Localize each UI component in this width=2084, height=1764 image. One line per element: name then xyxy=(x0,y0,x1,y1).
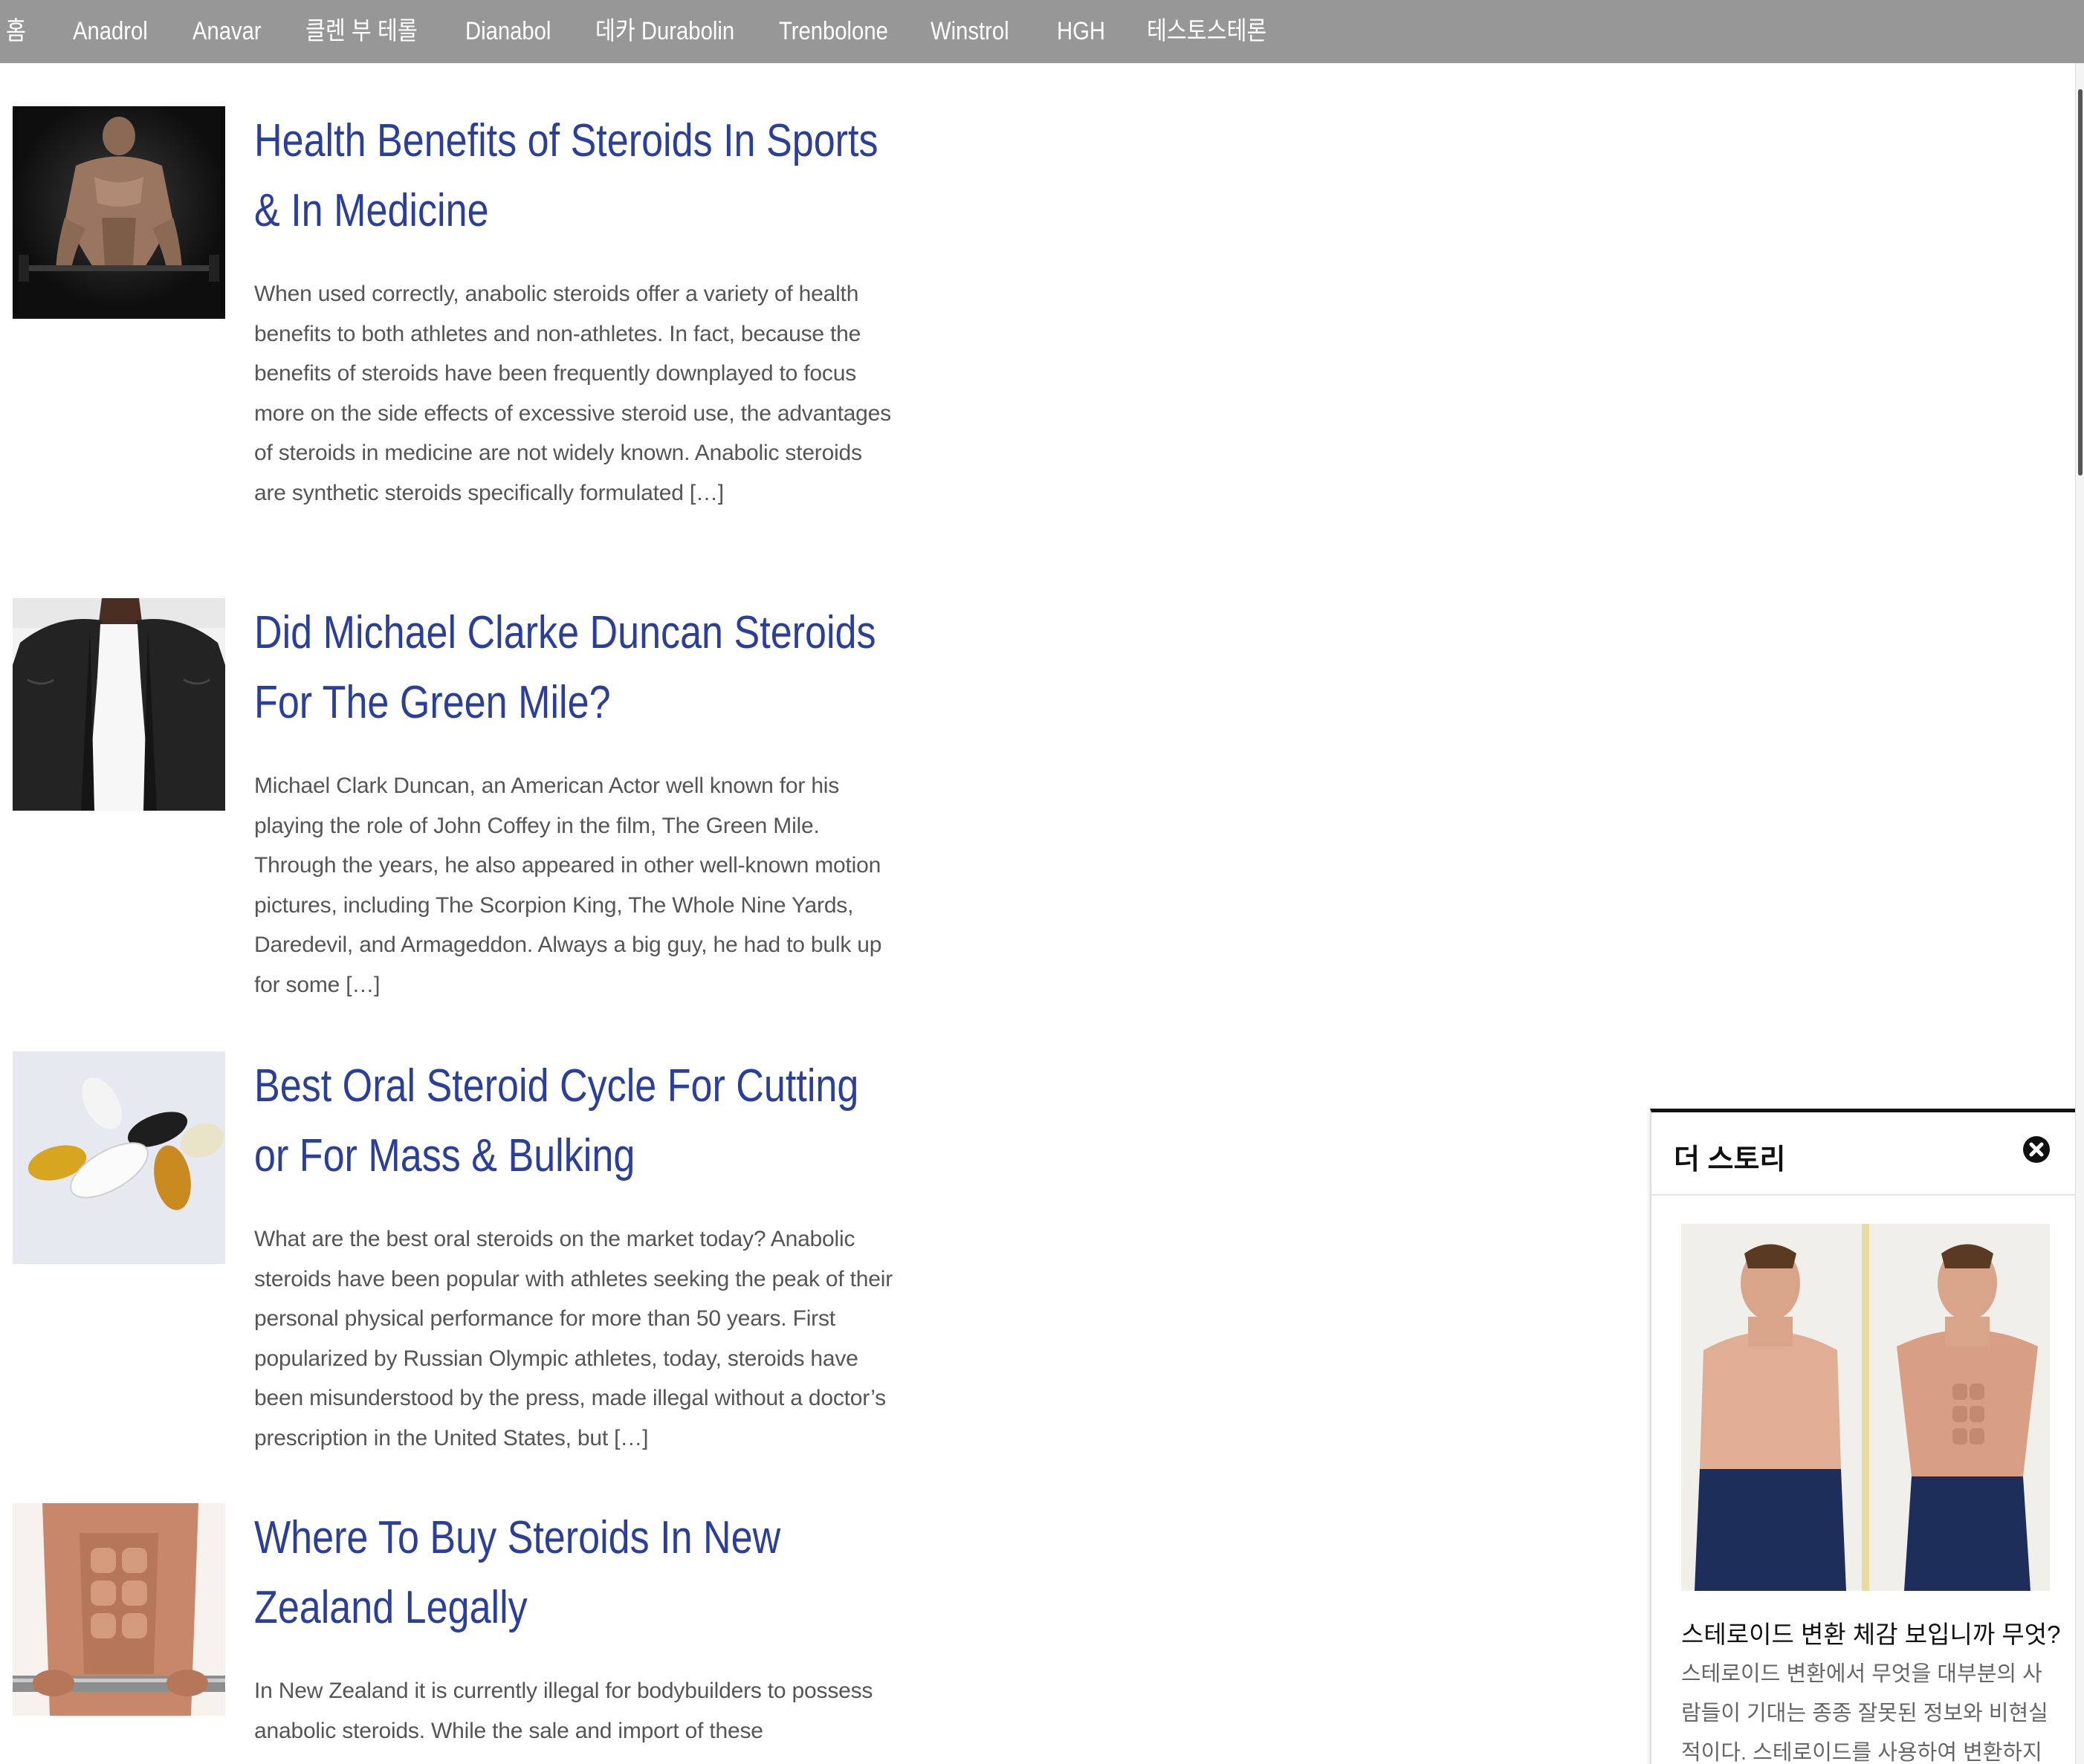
article-thumbnail[interactable] xyxy=(13,1503,225,1716)
article-excerpt: What are the best oral steroids on the m… xyxy=(254,1227,893,1450)
story-headline[interactable]: 스테로이드 변환 체감 보입니까 무엇? xyxy=(1681,1615,2068,1650)
article-excerpt: Michael Clark Duncan, an American Actor … xyxy=(254,774,882,997)
article-title[interactable]: Did Michael Clarke Duncan Steroids For T… xyxy=(254,598,878,738)
pills-image xyxy=(13,1051,225,1264)
story-body: 스테로이드 변환에서 무엇을 대부분의 사람들이 기대는 종종 잘못된 정보와 … xyxy=(1681,1662,2048,1764)
nav-item-hgh[interactable]: HGH xyxy=(1057,0,1105,63)
nav-item-anadrol[interactable]: Anadrol xyxy=(73,0,148,63)
top-nav: 홈 Anadrol Anavar 클렌 부 테롤 Dianabol 데카 Dur… xyxy=(0,0,2084,63)
article-excerpt: In New Zealand it is currently illegal f… xyxy=(254,1679,873,1743)
close-icon[interactable] xyxy=(2022,1135,2051,1164)
man-leather-jacket-image xyxy=(13,598,225,811)
page: 홈 Anadrol Anavar 클렌 부 테롤 Dianabol 데카 Dur… xyxy=(0,0,2084,1764)
article-title[interactable]: Best Oral Steroid Cycle For Cutting or F… xyxy=(254,1051,878,1191)
article-excerpt: When used correctly, anabolic steroids o… xyxy=(254,282,891,505)
story-widget: 더 스토리 스테로이드 변환 체감 보입니까 무엇? 스테로이드 변환에서 무엇… xyxy=(1650,1109,2079,1764)
abs-barbell-image xyxy=(13,1503,225,1716)
nav-item-deca-durabolin[interactable]: 데카 Durabolin xyxy=(595,0,734,63)
nav-item-dianabol[interactable]: Dianabol xyxy=(465,0,551,63)
article-thumbnail[interactable] xyxy=(13,1051,225,1264)
story-image[interactable] xyxy=(1681,1224,2050,1591)
article-title[interactable]: Where To Buy Steroids In New Zealand Leg… xyxy=(254,1503,878,1643)
article-title[interactable]: Health Benefits of Steroids In Sports & … xyxy=(254,106,878,246)
story-widget-title: 더 스토리 xyxy=(1674,1144,1786,1176)
bodybuilder-barbell-image xyxy=(13,106,225,319)
nav-item-home[interactable]: 홈 xyxy=(6,0,26,63)
article-thumbnail[interactable] xyxy=(13,106,225,319)
story-header: 더 스토리 xyxy=(1651,1112,2079,1196)
before-after-transformation-image xyxy=(1681,1224,2050,1591)
nav-item-testosterone[interactable]: 테스토스테론 xyxy=(1147,0,1266,63)
nav-item-trenbolone[interactable]: Trenbolone xyxy=(779,0,888,63)
article-thumbnail[interactable] xyxy=(13,598,225,811)
scrollbar-thumb[interactable] xyxy=(2078,89,2083,476)
nav-item-clenbuterol[interactable]: 클렌 부 테롤 xyxy=(305,0,418,63)
close-circle-icon xyxy=(2023,1136,2050,1163)
nav-item-winstrol[interactable]: Winstrol xyxy=(931,0,1009,63)
nav-item-anavar[interactable]: Anavar xyxy=(192,0,262,63)
